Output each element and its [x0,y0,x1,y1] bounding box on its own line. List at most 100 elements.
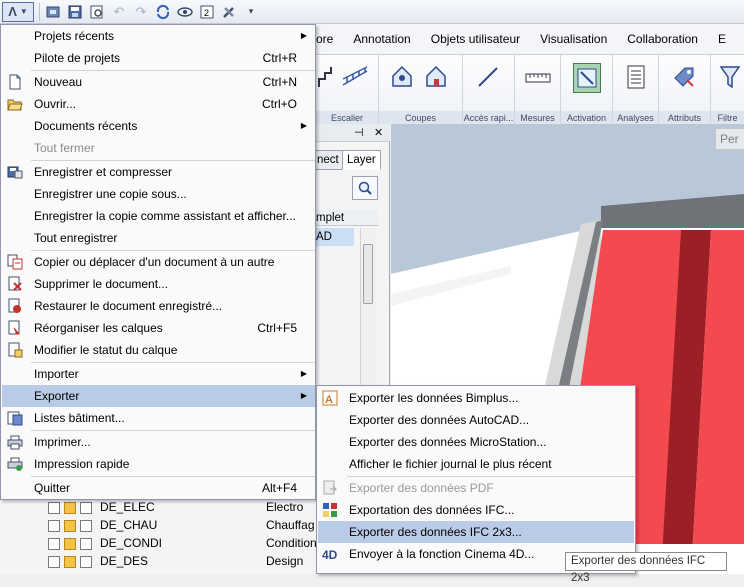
scrollbar-thumb[interactable] [363,244,373,304]
activation-icon[interactable] [573,63,601,93]
perspective-label[interactable]: Per [715,128,744,150]
visibility-checkbox[interactable] [48,520,60,532]
menu-item-label: Ouvrir... [34,97,77,111]
lock-checkbox[interactable] [80,538,92,550]
close-icon[interactable]: ✕ [374,126,383,139]
analysis-list-icon[interactable] [623,63,649,91]
menu-item-save-all[interactable]: Tout enregistrer [2,227,315,249]
visibility-checkbox[interactable] [48,502,60,514]
save-icon[interactable] [65,2,85,22]
menu-item-close-all[interactable]: Tout fermer [2,137,315,159]
column-header[interactable]: mplet [316,210,378,226]
submenu-item-label: Exportation des données IFC... [349,503,515,517]
print-preview-icon[interactable] [87,2,107,22]
layer-row[interactable]: DE_CHAU Chauffag [0,516,316,534]
open-icon[interactable] [43,2,63,22]
menu-item-recent-documents[interactable]: Documents récents ▶ [2,115,315,137]
quick-access-toolbar: Λ ▼ ↶ ↷ 2 ▾ [0,0,744,24]
submenu-item-export-ifc-2x3[interactable]: Exporter des données IFC 2x3... [318,521,634,543]
menu-item-reorganize-layers[interactable]: Réorganiser les calques Ctrl+F5 [2,317,315,339]
layer-name: DE_DES [100,554,149,568]
layer-color-swatch[interactable] [64,520,76,532]
layer-row[interactable]: DE_DES Design [0,552,316,570]
visibility-checkbox[interactable] [48,538,60,550]
submenu-item-export-bimplus[interactable]: A Exporter les données Bimplus... [318,387,634,409]
menu-item-print[interactable]: Imprimer... [2,431,315,453]
menu-item-restore-document[interactable]: Restaurer le document enregistré... [2,295,315,317]
menu-item-save-copy-assistant[interactable]: Enregistrer la copie comme assistant et … [2,205,315,227]
menu-item-quit[interactable]: Quitter Alt+F4 [2,477,315,499]
layer-row[interactable]: DE_ELEC Electro [0,498,316,516]
menu-item-save-compress[interactable]: Enregistrer et compresser [2,161,315,183]
menu-item-import[interactable]: Importer ▶ [2,363,315,385]
layer-name: DE_CONDI [100,536,163,550]
tab-layer[interactable]: Layer [342,150,381,170]
menu-item-copy-move[interactable]: Copier ou déplacer d'un document à un au… [2,251,315,273]
refresh-icon[interactable] [153,2,173,22]
layer-color-swatch[interactable] [64,538,76,550]
layout-icon[interactable]: 2 [197,2,217,22]
tab-connect[interactable]: nect [312,150,344,170]
menu-item-open[interactable]: Ouvrir... Ctrl+O [2,93,315,115]
menu-item-recent-projects[interactable]: Projets récents ▶ [2,25,315,47]
layer-description: Design [266,554,304,568]
tab-annotation[interactable]: Annotation [343,32,420,46]
menu-item-export[interactable]: Exporter ▶ [2,385,315,407]
menu-item-label: Exporter [34,389,80,403]
filter-funnel-icon[interactable] [717,63,743,91]
attributes-tag-icon[interactable] [671,63,697,91]
submenu-item-export-pdf[interactable]: Exporter des données PDF [318,477,634,499]
tab-structure[interactable]: ore [316,32,343,46]
tools-icon[interactable] [219,2,239,22]
submenu-item-export-microstation[interactable]: Exporter des données MicroStation... [318,431,634,453]
section-house-icon[interactable] [389,63,415,91]
tab-collaboration[interactable]: Collaboration [617,32,708,46]
railing-icon[interactable] [340,63,370,91]
elevation-house-icon[interactable] [423,63,449,91]
lock-checkbox[interactable] [80,502,92,514]
menu-item-label: Importer [34,367,79,381]
undo-icon[interactable]: ↶ [109,2,129,22]
layer-color-swatch[interactable] [64,502,76,514]
ribbon-group-analyses: Analyses [613,55,659,125]
submenu-arrow-icon: ▶ [300,121,307,130]
menu-item-new[interactable]: Nouveau Ctrl+N [2,71,315,93]
menu-item-delete-document[interactable]: Supprimer le document... [2,273,315,295]
submenu-item-export-ifc[interactable]: Exportation des données IFC... [318,499,634,521]
tab-visualisation[interactable]: Visualisation [530,32,617,46]
menu-item-project-pilot[interactable]: Pilote de projets Ctrl+R [2,47,315,69]
quick-print-icon [7,457,23,471]
search-icon[interactable] [352,176,378,200]
palette-title-bar: ⊣ ✕ [316,124,390,142]
line-tool-icon[interactable] [475,63,501,91]
menu-item-label: Quitter [34,481,71,495]
submenu-item-show-log[interactable]: Afficher le fichier journal le plus réce… [318,453,634,475]
menu-item-layer-status[interactable]: Modifier le statut du calque [2,339,315,361]
menu-item-building-lists[interactable]: Listes bâtiment... [2,407,315,429]
redo-icon[interactable]: ↷ [131,2,151,22]
view-icon[interactable] [175,2,195,22]
tab-more[interactable]: E [708,32,736,46]
layer-row[interactable]: DE_CONDI Condition [0,534,317,552]
reorganize-layers-icon [8,320,21,335]
lock-checkbox[interactable] [80,520,92,532]
layer-color-swatch[interactable] [64,556,76,568]
tab-user-objects[interactable]: Objets utilisateur [421,32,530,46]
save-compress-icon [7,166,23,179]
menu-item-quick-print[interactable]: Impression rapide [2,453,315,475]
visibility-checkbox[interactable] [48,556,60,568]
ribbon-group-acces-rapide: Accès rapi... [463,55,515,125]
layer-status-icon [8,342,23,358]
stair-tool-icon[interactable] [316,63,342,91]
pin-icon[interactable]: ⊣ [354,126,364,139]
selected-cell[interactable]: AD [316,228,354,246]
submenu-arrow-icon: ▶ [300,369,307,378]
measure-ruler-icon[interactable] [525,63,551,91]
menu-item-label: Enregistrer la copie comme assistant et … [34,209,296,223]
menu-item-save-copy-as[interactable]: Enregistrer une copie sous... [2,183,315,205]
lock-checkbox[interactable] [80,556,92,568]
submenu-item-export-autocad[interactable]: Exporter des données AutoCAD... [318,409,634,431]
submenu-item-label: Afficher le fichier journal le plus réce… [349,457,552,471]
customize-icon[interactable]: ▾ [241,2,261,22]
app-logo-icon[interactable]: Λ ▼ [2,1,34,22]
